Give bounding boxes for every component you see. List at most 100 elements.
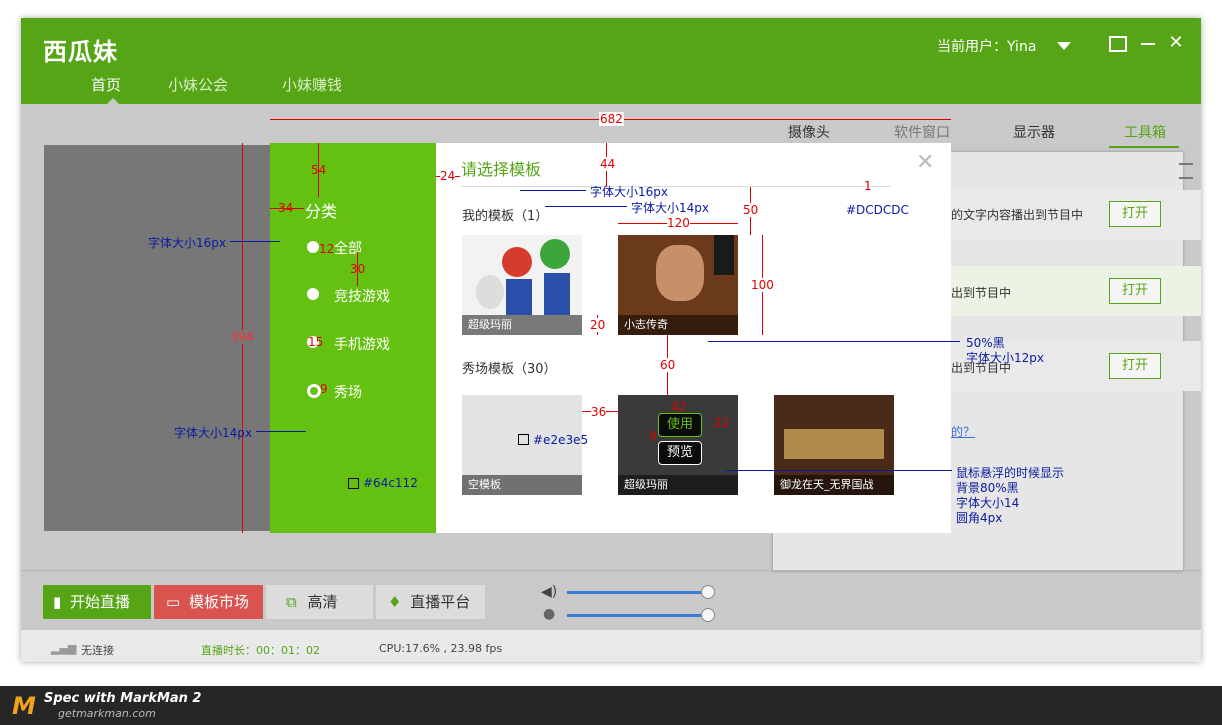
dialog-close-icon[interactable]: ✕ [916, 150, 934, 175]
title-bar: 西瓜妹 首页 小妹公会 小妹赚钱 当前用户：Yina ✕ [21, 18, 1201, 104]
category-radio[interactable] [307, 288, 319, 300]
portrait-thumbnail [656, 245, 704, 301]
template-caption: 御龙在天_无界国战 [774, 475, 894, 495]
callout-label: #DCDCDC [846, 203, 909, 217]
template-caption: 超级玛丽 [618, 475, 738, 495]
nav-home[interactable]: 首页 [91, 74, 121, 95]
hd-button[interactable]: ⧉ 高清 [266, 585, 373, 619]
callout-label: 字体大小16px [148, 236, 226, 250]
callout-label: 字体大小16px [590, 185, 668, 199]
measure-label: 34 [278, 201, 294, 215]
toolbox-row-text: 的文字内容播出到节目中 [951, 208, 1084, 222]
measure-label: 120 [667, 216, 690, 230]
category-radio[interactable] [307, 241, 319, 253]
nav-guild[interactable]: 小妹公会 [168, 74, 228, 95]
speaker-volume-slider[interactable] [567, 591, 707, 594]
open-button[interactable]: 打开 [1109, 353, 1161, 379]
mic-icon: ♦ [388, 593, 402, 611]
measure-label: 15 [308, 335, 324, 349]
hd-label: 高清 [307, 593, 338, 611]
tab-display[interactable]: 显示器 [1013, 122, 1055, 142]
start-live-button[interactable]: ▮ 开始直播 [43, 585, 151, 619]
measure-label: 54 [311, 163, 327, 177]
connection-status: 无连接 [81, 644, 114, 657]
tab-active-underline [1109, 146, 1179, 148]
status-bar [21, 630, 1201, 662]
callout-label: 字体大小12px [966, 351, 1044, 365]
start-live-label: 开始直播 [70, 593, 131, 611]
microphone-icon[interactable]: ● [543, 606, 555, 622]
template-card[interactable]: 超级玛丽 [462, 235, 582, 335]
mario-thumbnail [502, 247, 532, 277]
template-caption: 空模板 [462, 475, 582, 495]
tab-software-window[interactable]: 软件窗口 [894, 122, 950, 142]
open-button[interactable]: 打开 [1109, 278, 1161, 304]
measure-label: 30 [350, 262, 366, 276]
markman-logo-icon: M [12, 692, 36, 720]
category-mobile[interactable]: 手机游戏 [334, 334, 390, 354]
nav-earn[interactable]: 小妹赚钱 [282, 74, 342, 95]
help-link[interactable]: 的？ [951, 423, 975, 440]
callout-label: #e2e3e5 [533, 433, 589, 447]
tab-camera[interactable]: 摄像头 [788, 122, 830, 142]
category-show[interactable]: 秀场 [334, 382, 362, 402]
category-radio-selected[interactable] [307, 384, 321, 398]
category-competitive[interactable]: 竞技游戏 [334, 286, 390, 306]
markman-title: Spec with MarkMan 2 [44, 691, 202, 706]
callout-line [520, 190, 586, 191]
toolbox-row: 出到节目中 打开 [951, 266, 1201, 316]
measure-label: 1 [864, 179, 872, 193]
speaker-icon[interactable]: ◀) [541, 584, 557, 600]
callout-label: 圆角4px [956, 511, 1003, 525]
measure-label: 20 [590, 318, 606, 332]
use-button[interactable]: 使用 [658, 413, 702, 437]
my-templates-heading: 我的模板（1） [462, 209, 549, 224]
template-card[interactable]: 御龙在天_无界国战 [774, 395, 894, 495]
open-button[interactable]: 打开 [1109, 201, 1161, 227]
poster-thumbnail [714, 235, 734, 275]
markman-url: getmarkman.com [58, 707, 156, 720]
callout-line [545, 206, 627, 207]
game-title-art [784, 429, 884, 459]
measure-label: 50 [743, 203, 759, 217]
hd-icon: ⧉ [286, 593, 297, 611]
signal-icon: ▂▄▆ [51, 642, 77, 655]
menu-icon[interactable] [1179, 163, 1193, 179]
preview-button[interactable]: 预览 [658, 441, 702, 465]
template-caption: 超级玛丽 [462, 315, 582, 335]
category-heading: 分类 [305, 202, 338, 221]
measure-label: 682 [599, 112, 624, 126]
dialog-separator [461, 186, 891, 187]
measure-label: 100 [751, 278, 774, 292]
measure-label: 9 [649, 429, 657, 443]
nav-active-indicator [107, 98, 119, 104]
close-icon[interactable]: ✕ [1166, 34, 1186, 52]
color-swatch [518, 434, 529, 445]
callout-label: 字体大小14px [631, 201, 709, 215]
measure-label: 394 [231, 330, 254, 344]
app-logo: 西瓜妹 [43, 38, 118, 66]
measure-label: 36 [591, 405, 607, 419]
measure-label: 24 [440, 169, 456, 183]
live-duration: 直播时长：00：01：02 [201, 644, 320, 657]
start-live-icon: ▮ [53, 593, 62, 611]
character-thumbnail [506, 279, 532, 315]
toolbox-row-text: 出到节目中 [951, 286, 1012, 300]
maximize-icon[interactable] [1109, 36, 1127, 52]
user-dropdown-icon[interactable] [1057, 42, 1071, 50]
speaker-volume-knob[interactable] [701, 585, 715, 599]
platform-button[interactable]: ♦ 直播平台 [376, 585, 485, 619]
mic-volume-slider[interactable] [567, 614, 707, 617]
callout-line [726, 470, 952, 471]
callout-label: 字体大小14px [174, 426, 252, 440]
mic-volume-knob[interactable] [701, 608, 715, 622]
template-card[interactable]: 小志传奇 [618, 235, 738, 335]
callout-line [230, 241, 280, 242]
callout-label: #64c112 [363, 476, 418, 490]
measure-label: 44 [600, 157, 616, 171]
template-market-button[interactable]: ▭ 模板市场 [154, 585, 263, 619]
current-user[interactable]: 当前用户：Yina [937, 36, 1036, 56]
template-market-label: 模板市场 [188, 593, 249, 611]
tab-toolbox[interactable]: 工具箱 [1124, 122, 1166, 142]
minimize-icon[interactable] [1141, 43, 1155, 45]
